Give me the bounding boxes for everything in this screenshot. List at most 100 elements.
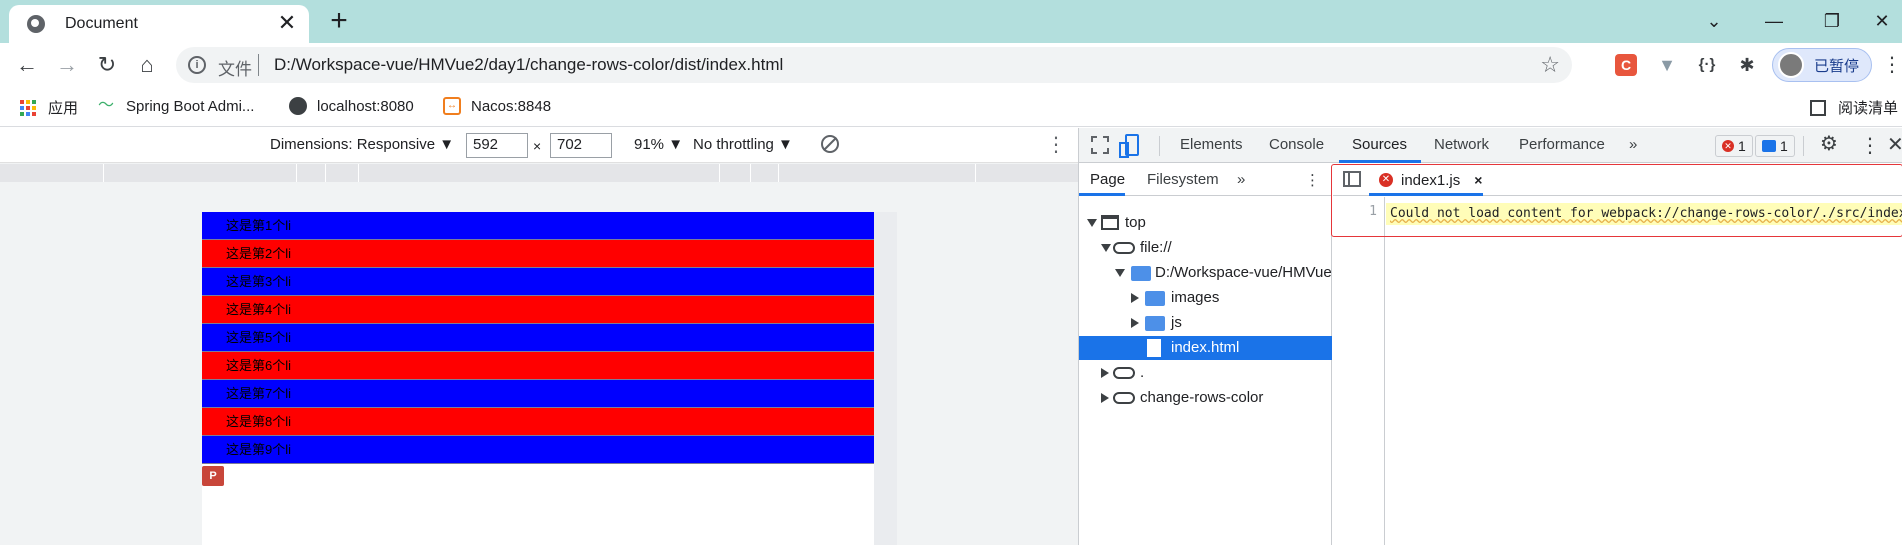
devtools-panel: Elements Console Sources Network Perform… [1078, 128, 1902, 545]
list-item: 这是第6个li [202, 352, 874, 380]
minimize-button[interactable]: — [1754, 6, 1794, 36]
bookmark-nacos[interactable]: ↔ Nacos:8848 [443, 97, 551, 115]
nav-tab-filesystem[interactable]: Filesystem [1147, 171, 1219, 188]
expand-arrow-icon [1087, 219, 1097, 227]
info-icon[interactable]: i [188, 56, 206, 74]
bookmark-star-icon[interactable]: ☆ [1540, 52, 1560, 78]
devtools-close-icon[interactable]: ✕ [1887, 132, 1902, 157]
back-button[interactable]: ← [12, 50, 42, 80]
globe-icon [289, 97, 307, 115]
collapse-arrow-icon [1131, 293, 1139, 303]
tree-label: index.html [1171, 339, 1240, 356]
error-icon: ✕ [1722, 140, 1734, 152]
tree-label: . [1140, 364, 1145, 381]
separator [1159, 136, 1160, 156]
device-toolbar-icon[interactable] [1119, 134, 1139, 158]
extension-vue-icon[interactable]: ▼ [1656, 54, 1678, 76]
bookmark-apps[interactable]: 应用 [20, 97, 78, 118]
maximize-button[interactable]: ❐ [1812, 6, 1852, 36]
active-tab-indicator [1339, 160, 1421, 163]
tree-item-change-rows-color[interactable]: change-rows-color [1079, 386, 1332, 410]
reading-list-icon [1810, 99, 1826, 116]
tab-console[interactable]: Console [1269, 136, 1324, 153]
rotate-icon[interactable] [817, 131, 843, 157]
bookmark-apps-label: 应用 [48, 100, 79, 117]
forward-button[interactable]: → [52, 50, 82, 80]
cloud-icon [1113, 367, 1135, 379]
file-tab-close-icon[interactable]: × [1474, 172, 1482, 188]
collapse-arrow-icon [1101, 368, 1109, 378]
rendered-page: 这是第1个li 这是第2个li 这是第3个li 这是第4个li 这是第5个li 这是第6个… [202, 212, 874, 545]
browser-tab[interactable]: Document ✕ [9, 5, 309, 43]
devtools-menu-icon[interactable]: ⋮ [1860, 133, 1880, 158]
tree-item-dot-origin[interactable]: . [1079, 361, 1332, 385]
frame-icon [1101, 215, 1119, 230]
settings-gear-icon[interactable]: ⚙ [1820, 134, 1840, 154]
tab-network[interactable]: Network [1434, 136, 1489, 153]
list-item: 这是第1个li [202, 212, 874, 240]
dimensions-select[interactable]: Dimensions: Responsive ▼ [270, 136, 454, 153]
tree-item-workspace-folder[interactable]: D:/Workspace-vue/HMVue2 [1079, 261, 1332, 285]
list-item: 这是第9个li [202, 436, 874, 464]
message-count: 1 [1780, 138, 1788, 154]
code-line-error[interactable]: Could not load content for webpack://cha… [1386, 203, 1902, 225]
bookmark-spring-boot-admin[interactable]: 〜 Spring Boot Admi... [98, 97, 254, 115]
cloud-icon [1113, 392, 1135, 404]
tab-close-icon[interactable]: ✕ [275, 12, 299, 36]
message-count-badge[interactable]: 1 [1755, 135, 1795, 157]
tree-item-index-html[interactable]: index.html [1079, 336, 1332, 360]
reading-list-button[interactable]: 阅读清单 [1810, 97, 1898, 118]
tree-item-images[interactable]: images [1079, 286, 1332, 310]
profile-button[interactable]: 已暂停 [1772, 48, 1872, 82]
tree-item-file-origin[interactable]: file:// [1079, 236, 1332, 260]
window-close-button[interactable]: ✕ [1862, 6, 1902, 36]
folder-icon [1145, 291, 1165, 306]
tab-performance[interactable]: Performance [1519, 136, 1605, 153]
tree-item-top[interactable]: top [1079, 211, 1332, 235]
source-editor: ✕ index1.js × 1 Could not load content f… [1331, 164, 1902, 545]
tab-elements[interactable]: Elements [1180, 136, 1243, 153]
tree-item-js[interactable]: js [1079, 311, 1332, 335]
tab-search-chevron-icon[interactable]: ⌄ [1694, 6, 1734, 36]
separator [1803, 136, 1804, 156]
apps-grid-icon [20, 99, 36, 116]
browser-menu-icon[interactable]: ⋮ [1882, 52, 1902, 77]
media-query-bar[interactable] [0, 164, 1078, 182]
sources-navigator: Page Filesystem » ⋮ top file:// D:/Works… [1079, 164, 1332, 545]
nav-menu-icon[interactable]: ⋮ [1305, 171, 1320, 189]
bookmark-localhost[interactable]: localhost:8080 [289, 97, 414, 115]
url-text[interactable]: D:/Workspace-vue/HMVue2/day1/change-rows… [274, 55, 783, 75]
heartbeat-icon: 〜 [98, 97, 115, 114]
error-count-badge[interactable]: ✕ 1 [1715, 135, 1753, 157]
home-button[interactable]: ⌂ [132, 50, 162, 80]
expand-arrow-icon [1115, 269, 1125, 277]
extensions-puzzle-icon[interactable]: ✱ [1736, 54, 1758, 76]
editor-file-name: index1.js [1401, 171, 1461, 189]
throttling-select[interactable]: No throttling ▼ [693, 136, 793, 153]
globe-icon [27, 15, 45, 33]
reading-list-label: 阅读清单 [1838, 100, 1899, 117]
reload-button[interactable]: ↻ [92, 50, 122, 80]
dimension-separator: × [533, 138, 542, 154]
width-input[interactable]: 592 [466, 133, 528, 158]
emulation-more-icon[interactable]: ⋮ [1046, 132, 1066, 157]
tab-title: Document [65, 15, 138, 32]
extension-c-icon[interactable]: C [1615, 54, 1637, 76]
list-item: 这是第5个li [202, 324, 874, 352]
toggle-navigator-icon[interactable] [1343, 171, 1361, 187]
list-item: 这是第8个li [202, 408, 874, 436]
editor-file-tab[interactable]: ✕ index1.js × [1369, 164, 1492, 196]
tab-sources[interactable]: Sources [1352, 136, 1407, 153]
nav-more-icon[interactable]: » [1237, 171, 1245, 188]
address-bar[interactable]: i 文件 D:/Workspace-vue/HMVue2/day1/change… [176, 47, 1572, 83]
new-tab-button[interactable]: + [324, 6, 354, 36]
inspect-element-icon[interactable] [1091, 136, 1109, 154]
nav-active-indicator [1079, 193, 1125, 196]
nav-tab-page[interactable]: Page [1090, 171, 1125, 188]
collapse-arrow-icon [1131, 318, 1139, 328]
extension-json-icon[interactable]: {·} [1696, 54, 1718, 76]
more-tabs-icon[interactable]: » [1629, 136, 1637, 153]
zoom-select[interactable]: 91% ▼ [634, 136, 683, 153]
list-item: 这是第7个li [202, 380, 874, 408]
height-input[interactable]: 702 [550, 133, 612, 158]
